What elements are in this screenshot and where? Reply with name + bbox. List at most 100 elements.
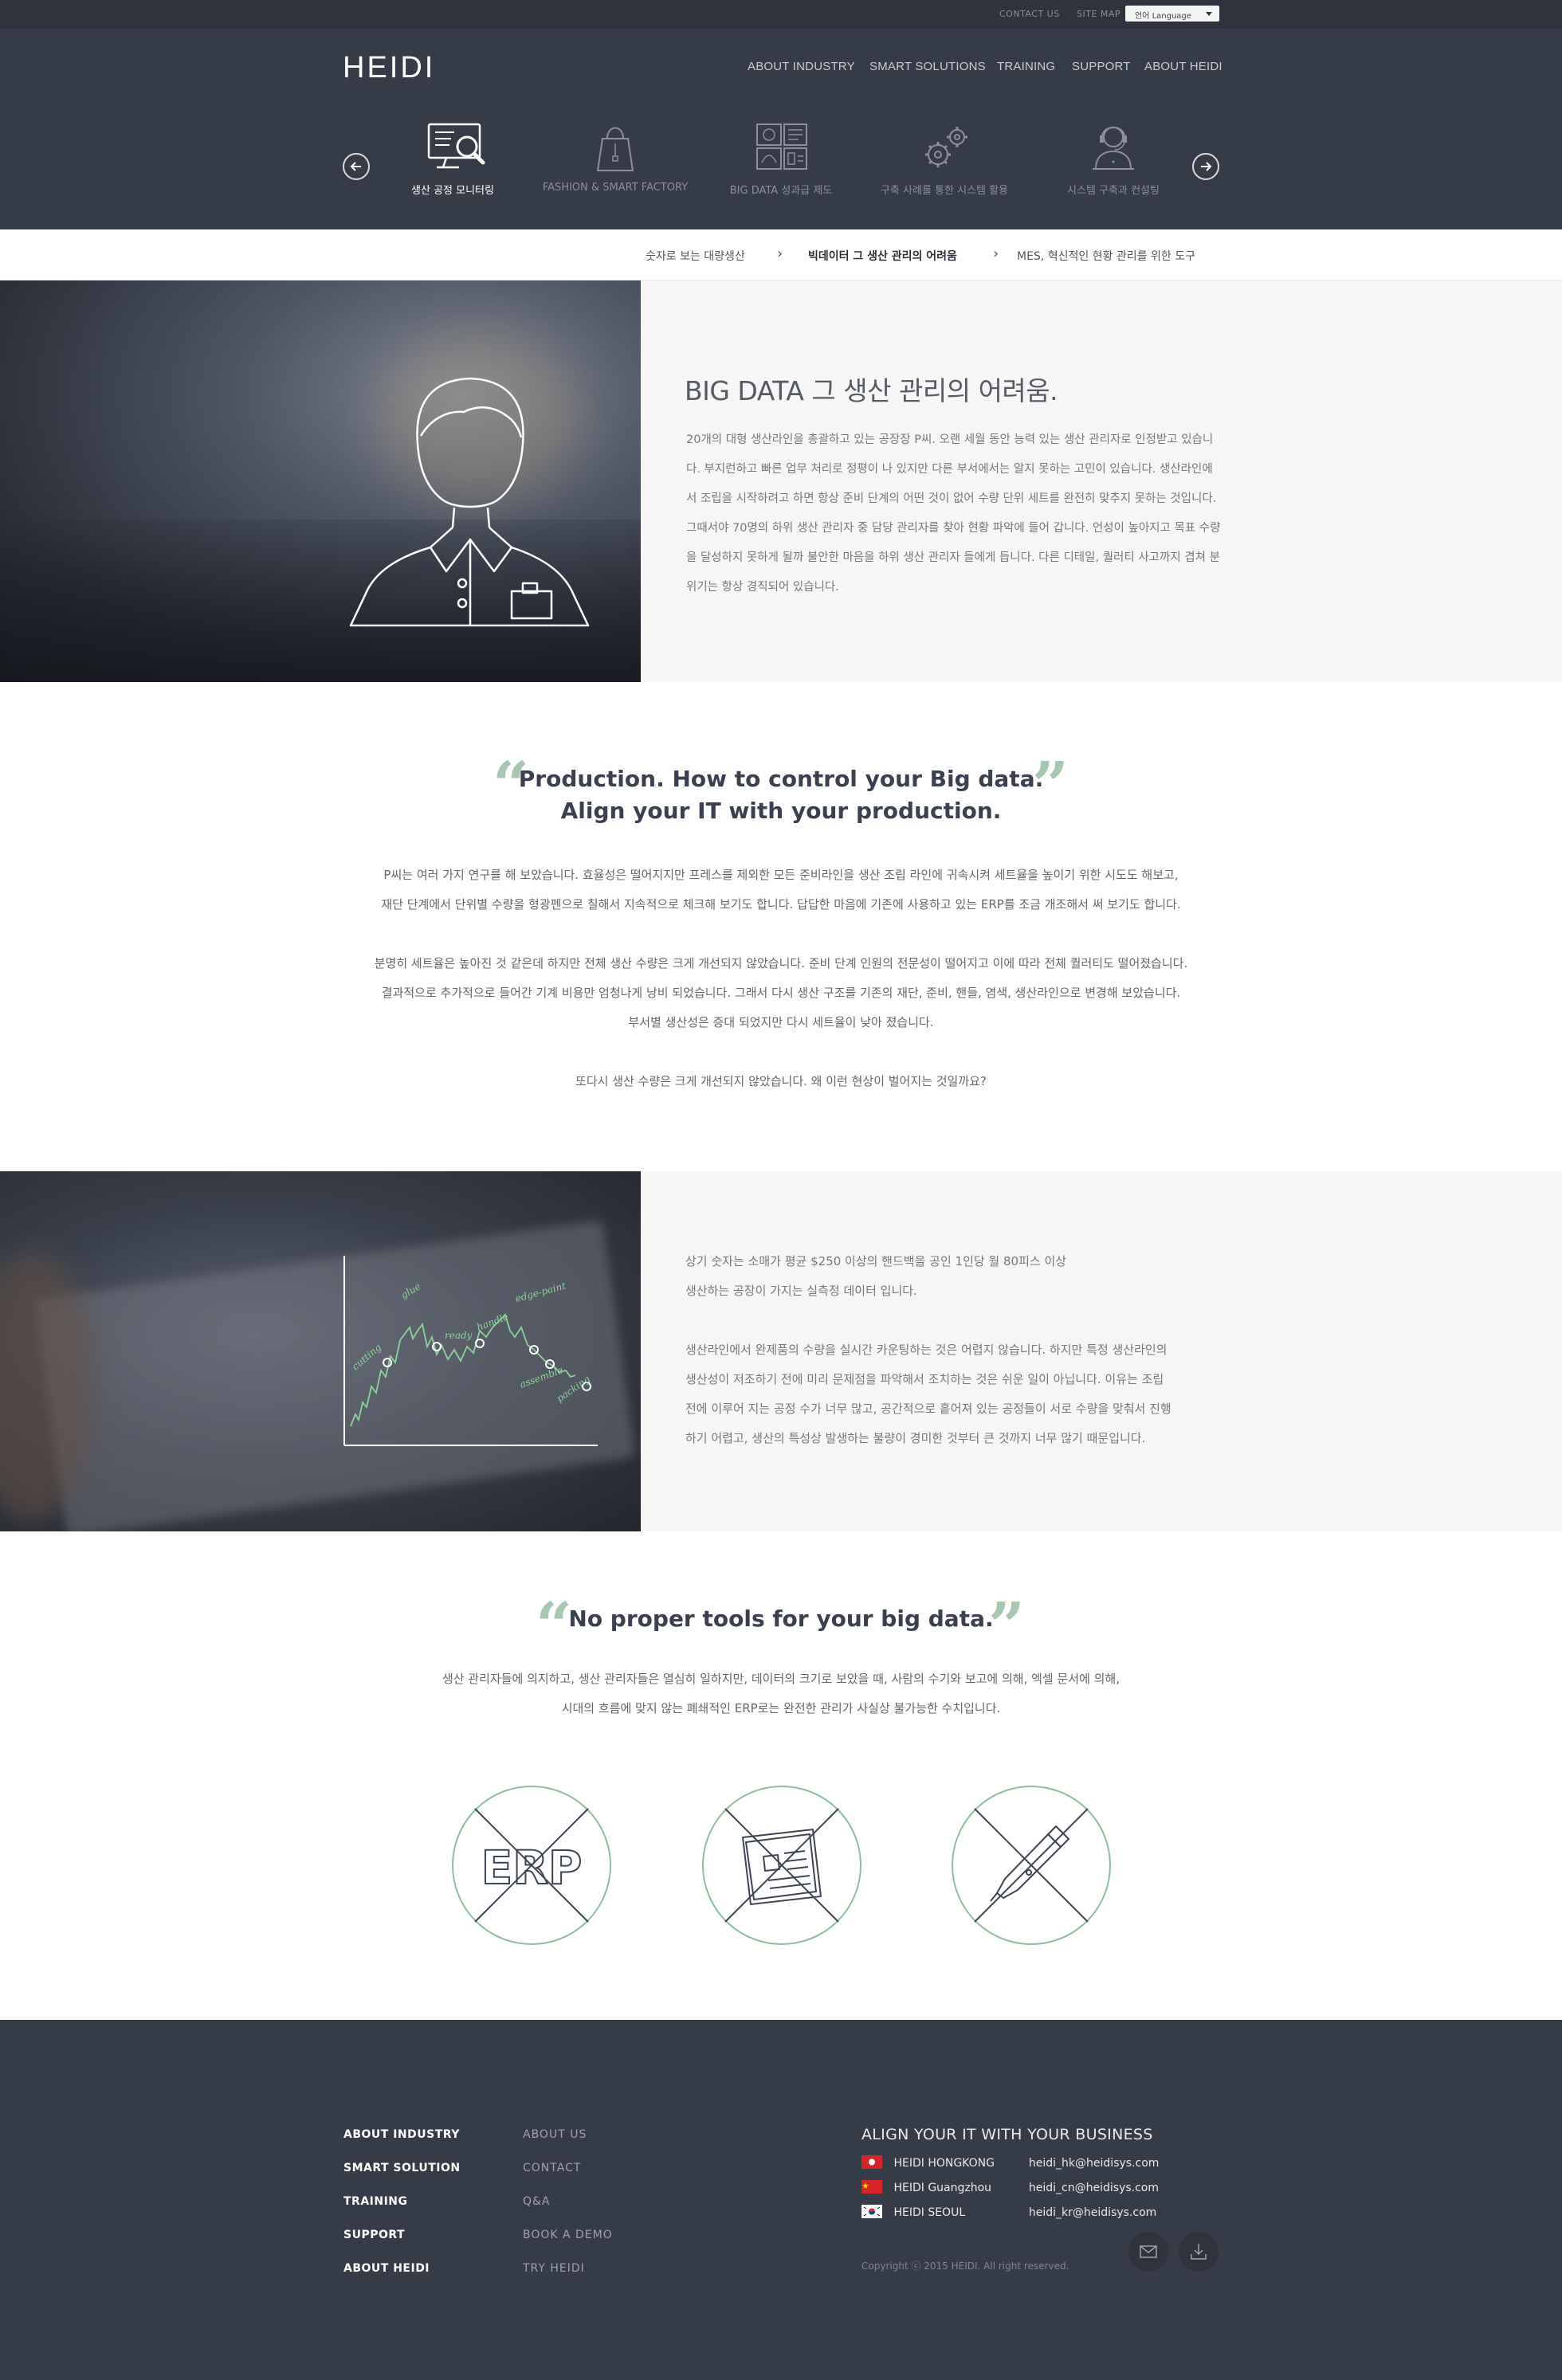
paragraph-line: 시대의 흐름에 맞지 않는 폐쇄적인 ERP로는 완전한 관리가 사실상 불가능… (561, 1701, 1001, 1715)
footer-link-support[interactable]: SUPPORT (343, 2229, 405, 2241)
chart-label: assemble (518, 1364, 564, 1390)
category-fashion-smart-factory[interactable]: FASHION & SMART FACTORY (536, 121, 695, 194)
nav-about-heidi[interactable]: ABOUT HEIDI (1144, 60, 1223, 73)
gears-icon (925, 127, 967, 167)
site-header: HEIDI ABOUT INDUSTRY SMART SOLUTIONS TRA… (0, 29, 1562, 229)
footer-link-about-heidi[interactable]: ABOUT HEIDI (343, 2262, 430, 2275)
arrow-left-icon (350, 162, 361, 171)
china-flag-icon (861, 2180, 882, 2194)
language-select[interactable]: 언어 Language (1125, 6, 1219, 22)
monitor-magnifier-icon (427, 123, 485, 169)
category-case-studies[interactable]: 구축 사례를 통한 시스템 활용 (865, 121, 1024, 197)
nav-about-industry[interactable]: ABOUT INDUSTRY (748, 60, 855, 73)
footer-heading: ALIGN YOUR IT WITH YOUR BUSINESS (861, 2126, 1153, 2143)
language-select-value: 언어 Language (1135, 12, 1191, 21)
manager-outline-icon (349, 377, 590, 627)
section-title: BIG DATA 그 생산 관리의 어려움. (685, 375, 1058, 406)
breadcrumb-item-mes[interactable]: MES, 혁신적인 현황 관리를 위한 도구 (1017, 248, 1195, 264)
nav-training[interactable]: TRAINING (997, 60, 1055, 73)
body-line: 상기 숫자는 소매가 평균 $250 이상의 핸드백을 공인 1인당 월 80피… (685, 1254, 1067, 1268)
footer-link-training[interactable]: TRAINING (343, 2195, 408, 2208)
paragraph-line: 재단 단계에서 단위별 수량을 형광펜으로 칠해서 지속적으로 체크해 보기도 … (381, 897, 1181, 912)
quote-title: No proper tools for your big data. (568, 1606, 994, 1632)
office-hongkong: HEIDI HONGKONG heidi_hk@heidisys.com (861, 2155, 1159, 2170)
footer-link-about-industry[interactable]: ABOUT INDUSTRY (343, 2128, 460, 2141)
paragraph-line: 생산 관리자들에 의지하고, 생산 관리자들은 열심히 일하지만, 데이터의 크… (442, 1672, 1120, 1686)
erp-text: ERP (481, 1841, 583, 1895)
nav-smart-solutions[interactable]: SMART SOLUTIONS (869, 60, 986, 73)
logo[interactable]: HEIDI (343, 51, 435, 85)
shopping-bag-icon (596, 127, 634, 171)
hongkong-flag-icon (861, 2155, 882, 2169)
paragraph-line: P씨는 여러 가지 연구를 해 보았습니다. 효율성은 떨어지지만 프레스를 제… (383, 868, 1179, 882)
panel-body-2: 생산라인에서 완제품의 수량을 실시간 카운팅하는 것은 어렵지 않습니다. 하… (685, 1335, 1243, 1453)
tablet-chart-photo: cutting glue ready handle edge-paint ass… (0, 1171, 641, 1531)
footer-link-smart-solution[interactable]: SMART SOLUTION (343, 2162, 461, 2174)
download-button[interactable] (1179, 2232, 1219, 2272)
breadcrumb: 숫자로 보는 대량생산 › 빅데이터 그 생산 관리의 어려움 › MES, 혁… (0, 229, 1562, 280)
category-label: FASHION & SMART FACTORY (542, 182, 689, 194)
caret-down-icon (1206, 12, 1212, 16)
arrow-right-icon (1201, 162, 1212, 171)
quote-title-line2: Align your IT with your production. (560, 798, 1002, 824)
body-line: 하기 어렵고, 생산의 특성상 발생하는 불량이 경미한 것부터 큰 것까지 너… (685, 1431, 1146, 1445)
manager-photo (0, 280, 641, 682)
chevron-right-icon: › (993, 245, 999, 262)
body-line: 생산하는 공장이 가지는 실측정 데이터 입니다. (685, 1284, 917, 1298)
chart-sketch: cutting glue ready handle edge-paint ass… (343, 1256, 598, 1446)
utility-bar: CONTACT US SITE MAP 언어 Language (0, 0, 1562, 29)
intro-panel: BIG DATA 그 생산 관리의 어려움. 20개의 대형 생산라인을 총괄하… (641, 280, 1562, 682)
body-line: 생산라인에서 완제품의 수량을 실시간 카운팅하는 것은 어렵지 않습니다. 하… (685, 1343, 1168, 1357)
no-erp-icon: ERP (451, 1785, 612, 1946)
paragraph-line: 결과적으로 추가적으로 들어간 기계 비용만 엄청나게 낭비 되었습니다. 그래… (381, 986, 1181, 1000)
breadcrumb-item-big-data[interactable]: 빅데이터 그 생산 관리의 어려움 (808, 248, 957, 264)
breadcrumb-item-mass-production[interactable]: 숫자로 보는 대량생산 (646, 248, 745, 264)
body-line: 전에 이루어 지는 공정 수가 너무 많고, 공간적으로 흩어져 있는 공정들이… (685, 1402, 1172, 1416)
nav-support[interactable]: SUPPORT (1072, 60, 1131, 73)
section-body: 20개의 대형 생산라인을 총괄하고 있는 공장장 P씨. 오랜 세월 동안 능… (686, 433, 1221, 594)
site-map-link[interactable]: SITE MAP (1077, 9, 1120, 19)
support-agent-icon (1093, 127, 1134, 170)
office-email[interactable]: heidi_kr@heidisys.com (1029, 2206, 1156, 2219)
category-consulting[interactable]: 시스템 구축과 컨설팅 (1034, 121, 1193, 197)
office-name: HEIDI SEOUL (893, 2206, 966, 2219)
office-email[interactable]: heidi_cn@heidisys.com (1029, 2182, 1159, 2194)
office-guangzhou: HEIDI Guangzhou heidi_cn@heidisys.com (861, 2180, 1159, 2194)
office-seoul: HEIDI SEOUL heidi_kr@heidisys.com (861, 2205, 1156, 2219)
footer-link-about-us[interactable]: ABOUT US (523, 2128, 587, 2141)
footer-link-contact[interactable]: CONTACT (523, 2162, 581, 2174)
footer-link-try-heidi[interactable]: TRY HEIDI (523, 2262, 585, 2275)
data-panel: 상기 숫자는 소매가 평균 $250 이상의 핸드백을 공인 1인당 월 80피… (641, 1171, 1562, 1531)
footer-link-qa[interactable]: Q&A (523, 2195, 551, 2208)
chart-label: edge-paint (514, 1280, 567, 1304)
office-name: HEIDI Guangzhou (893, 2182, 992, 2194)
paragraph-line: 부서별 생산성은 증대 되었지만 다시 세트율이 낮아 졌습니다. (628, 1015, 934, 1029)
no-pen-icon (951, 1785, 1112, 1946)
paragraph-question: 또다시 생산 수량은 크게 개선되지 않았습니다. 왜 이런 현상이 벌어지는 … (575, 1074, 987, 1088)
chart-label: ready (445, 1330, 473, 1341)
category-label: 구축 사례를 통한 시스템 활용 (880, 185, 1009, 197)
carousel-next-button[interactable] (1192, 153, 1219, 180)
contact-us-link[interactable]: CONTACT US (999, 9, 1060, 19)
site-footer: ABOUT INDUSTRY SMART SOLUTION TRAINING S… (0, 2020, 1562, 2380)
carousel-prev-button[interactable] (343, 153, 370, 180)
panel-body-1: 상기 숫자는 소매가 평균 $250 이상의 핸드백을 공인 1인당 월 80피… (685, 1247, 1243, 1306)
footer-link-book-demo[interactable]: BOOK A DEMO (523, 2229, 613, 2241)
category-production-monitoring[interactable]: 생산 공정 모니터링 (373, 121, 532, 197)
office-email[interactable]: heidi_hk@heidisys.com (1029, 2157, 1160, 2170)
chart-label: glue (399, 1280, 423, 1300)
category-label: BIG DATA 성과급 제도 (729, 185, 833, 197)
download-icon (1191, 2244, 1207, 2260)
category-big-data-incentive[interactable]: BIG DATA 성과급 제도 (701, 121, 861, 197)
chart-label: packing (555, 1373, 593, 1404)
quote-title-line1: Production. How to control your Big data… (518, 766, 1044, 792)
chevron-right-icon: › (777, 245, 783, 262)
category-label: 생산 공정 모니터링 (411, 185, 494, 197)
copyright: Copyright ⓒ 2015 HEIDI. All right reserv… (861, 2260, 1069, 2272)
mail-icon (1140, 2245, 1157, 2258)
dashboard-icon (756, 124, 807, 170)
chart-label: cutting (350, 1342, 383, 1373)
paragraph-line: 분명히 세트율은 높아진 것 같은데 하지만 전체 생산 수량은 크게 개선되지… (374, 956, 1188, 970)
office-name: HEIDI HONGKONG (893, 2157, 995, 2170)
mail-button[interactable] (1128, 2232, 1168, 2272)
